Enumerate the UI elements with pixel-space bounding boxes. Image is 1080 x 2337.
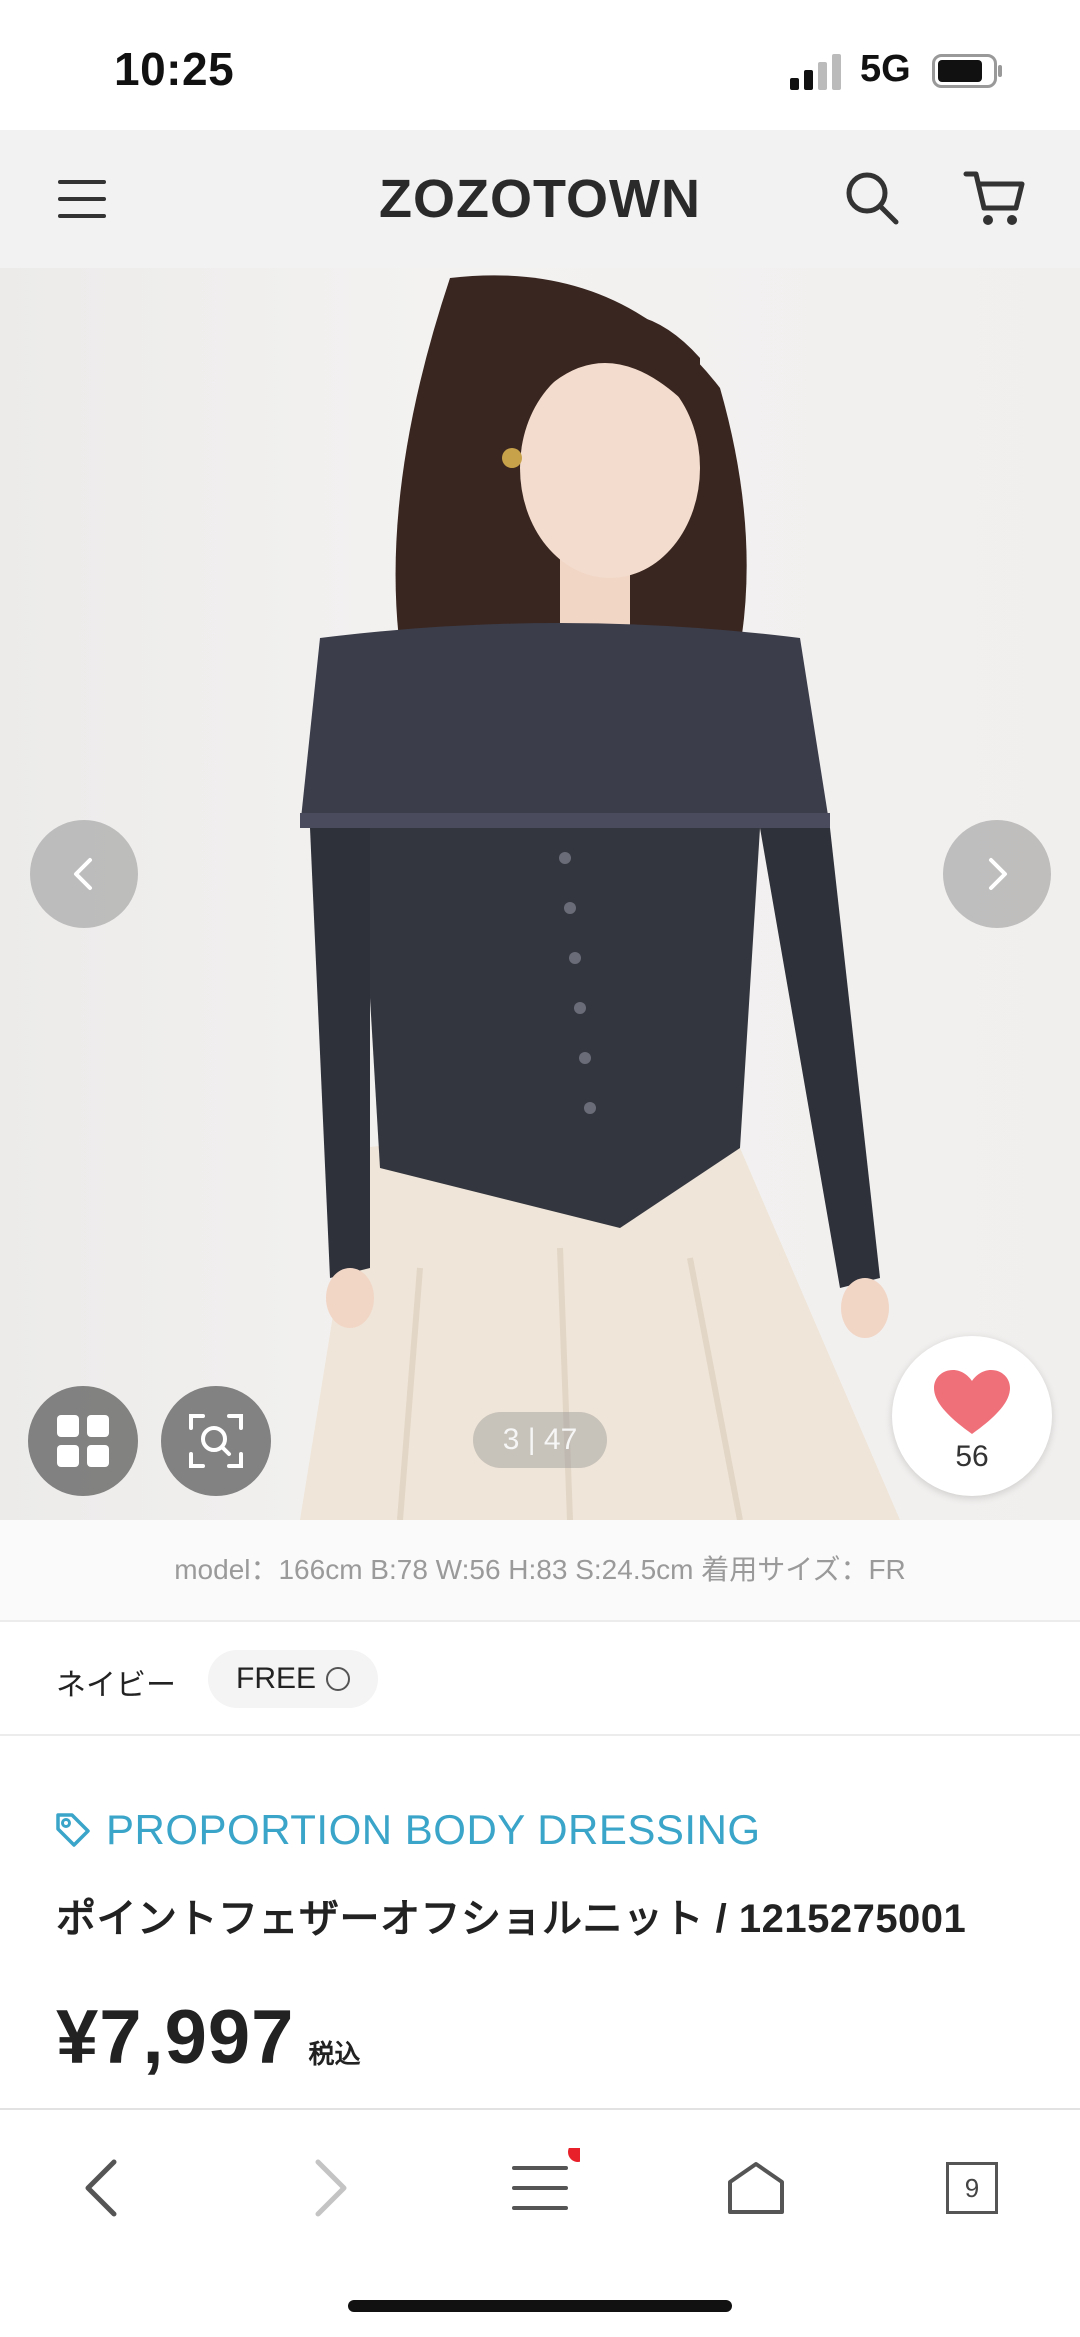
battery-icon xyxy=(932,54,1002,88)
browser-menu-button[interactable] xyxy=(500,2148,580,2228)
status-bar: 10:25 5G xyxy=(0,0,1080,130)
home-button[interactable] xyxy=(716,2148,796,2228)
grid-icon xyxy=(57,1415,109,1467)
zoom-search-icon xyxy=(189,1414,243,1468)
stock-available-icon xyxy=(326,1667,351,1691)
notification-dot xyxy=(568,2148,580,2162)
product-photo xyxy=(300,275,900,1520)
logo[interactable]: ZOZOTOWN xyxy=(0,168,1080,230)
previous-image-button[interactable] xyxy=(30,820,138,928)
app-header: ZOZOTOWN xyxy=(0,130,1080,268)
divider xyxy=(0,1734,1080,1736)
model-info: model：166cm B:78 W:56 H:83 S:24.5cm 着用サイ… xyxy=(0,1520,1080,1620)
product-image-gallery[interactable]: 3 | 47 56 xyxy=(0,268,1080,1520)
brand-name: PROPORTION BODY DRESSING xyxy=(106,1806,761,1853)
forward-button[interactable] xyxy=(290,2148,370,2228)
chevron-left-icon xyxy=(85,2159,117,2217)
network-type: 5G xyxy=(860,48,911,90)
tax-label: 税込 xyxy=(308,2039,361,2069)
status-time: 10:25 xyxy=(114,43,235,95)
price: ¥7,997 xyxy=(56,1995,295,2080)
home-indicator xyxy=(348,2300,732,2312)
tag-icon xyxy=(56,1813,90,1847)
back-button[interactable] xyxy=(62,2148,142,2228)
size-label: FREE xyxy=(236,1662,317,1695)
tabs-button[interactable]: 9 xyxy=(932,2148,1012,2228)
product-title: ポイントフェザーオフショルニット / 1215275001 xyxy=(56,1897,967,1941)
price-row: ¥7,997 税込 xyxy=(56,1994,360,2081)
favorite-count: 56 xyxy=(955,1440,989,1473)
favorite-button[interactable]: 56 xyxy=(892,1336,1052,1496)
cart-icon[interactable] xyxy=(962,166,1028,230)
home-icon xyxy=(728,2162,784,2214)
image-search-button[interactable] xyxy=(161,1386,271,1496)
signal-icon xyxy=(790,54,841,90)
tabs-count: 9 xyxy=(946,2162,998,2214)
image-grid-button[interactable] xyxy=(28,1386,138,1496)
image-counter: 3 | 47 xyxy=(473,1412,607,1468)
size-chip[interactable]: FREE xyxy=(208,1650,379,1708)
next-image-button[interactable] xyxy=(943,820,1051,928)
chevron-right-icon xyxy=(989,858,1007,890)
heart-icon xyxy=(934,1370,1010,1434)
search-icon[interactable] xyxy=(842,168,902,228)
menu-icon xyxy=(512,2148,580,2210)
color-label: ネイビー xyxy=(56,1669,176,1702)
brand-link[interactable]: PROPORTION BODY DRESSING xyxy=(54,1806,761,1854)
variant-row: ネイビー FREE xyxy=(0,1622,1080,1734)
chevron-left-icon xyxy=(74,858,92,890)
chevron-right-icon xyxy=(315,2159,347,2217)
